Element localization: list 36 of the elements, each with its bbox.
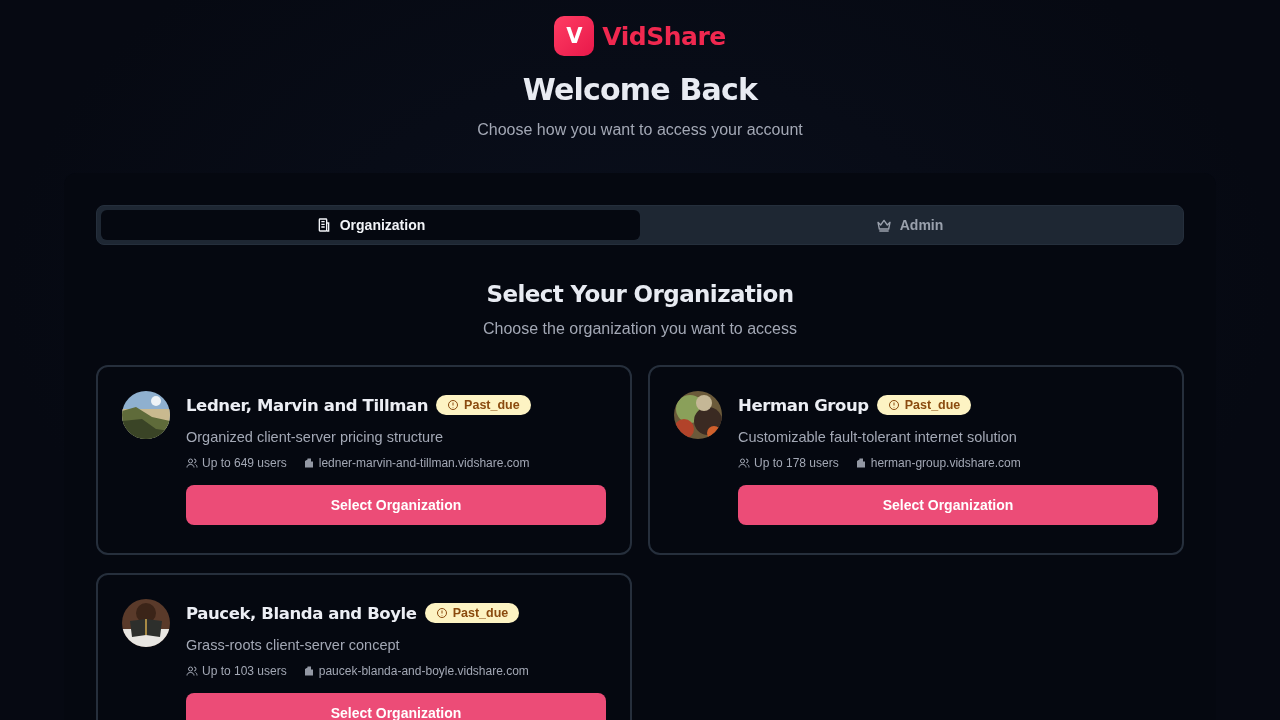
alert-icon: [887, 399, 900, 411]
alert-icon: [447, 399, 460, 411]
organization-name: Ledner, Marvin and Tillman: [186, 395, 429, 415]
page-subtitle: Choose how you want to access your account: [477, 120, 803, 140]
select-organization-button[interactable]: Select Organization: [186, 485, 606, 525]
user-limit: Up to 178 users: [754, 456, 839, 470]
brand-name: VidShare: [602, 21, 726, 51]
organization-description: Customizable fault-tolerant internet solution: [738, 428, 1018, 447]
page-title: Welcome Back: [522, 71, 758, 109]
organization-domain: herman-group.vidshare.com: [870, 456, 1021, 470]
organization-domain: ledner-marvin-and-tillman.vidshare.com: [318, 456, 530, 470]
status-badge: Past_due: [876, 395, 972, 415]
organization-domain: paucek-blanda-and-boyle.vidshare.com: [318, 664, 529, 678]
crown-icon: [875, 217, 892, 233]
organization-description: Organized client-server pricing structure: [186, 428, 445, 447]
building-icon: [302, 665, 315, 677]
select-organization-button[interactable]: Select Organization: [186, 693, 606, 720]
organization-description: Grass-roots client-server concept: [186, 636, 401, 655]
users-icon: [186, 665, 198, 677]
user-limit: Up to 649 users: [202, 456, 287, 470]
building-icon: [302, 457, 315, 469]
alert-icon: [435, 607, 448, 619]
user-limit: Up to 103 users: [202, 664, 287, 678]
tab[interactable]: Organization: [101, 210, 640, 240]
organization-name: Herman Group: [738, 395, 869, 415]
section-subtitle: Choose the organization you want to access: [483, 319, 797, 339]
building-icon: [854, 457, 867, 469]
status-badge: Past_due: [424, 603, 520, 623]
users-icon: [738, 457, 750, 469]
status-badge: Past_due: [436, 395, 531, 415]
select-organization-button[interactable]: Select Organization: [738, 485, 1158, 525]
section-title: Select Your Organization: [486, 280, 794, 309]
tab[interactable]: Admin: [640, 210, 1179, 240]
organization-name: Paucek, Blanda and Boyle: [186, 603, 417, 623]
logo-icon: V: [554, 16, 595, 56]
users-icon: [186, 457, 198, 469]
